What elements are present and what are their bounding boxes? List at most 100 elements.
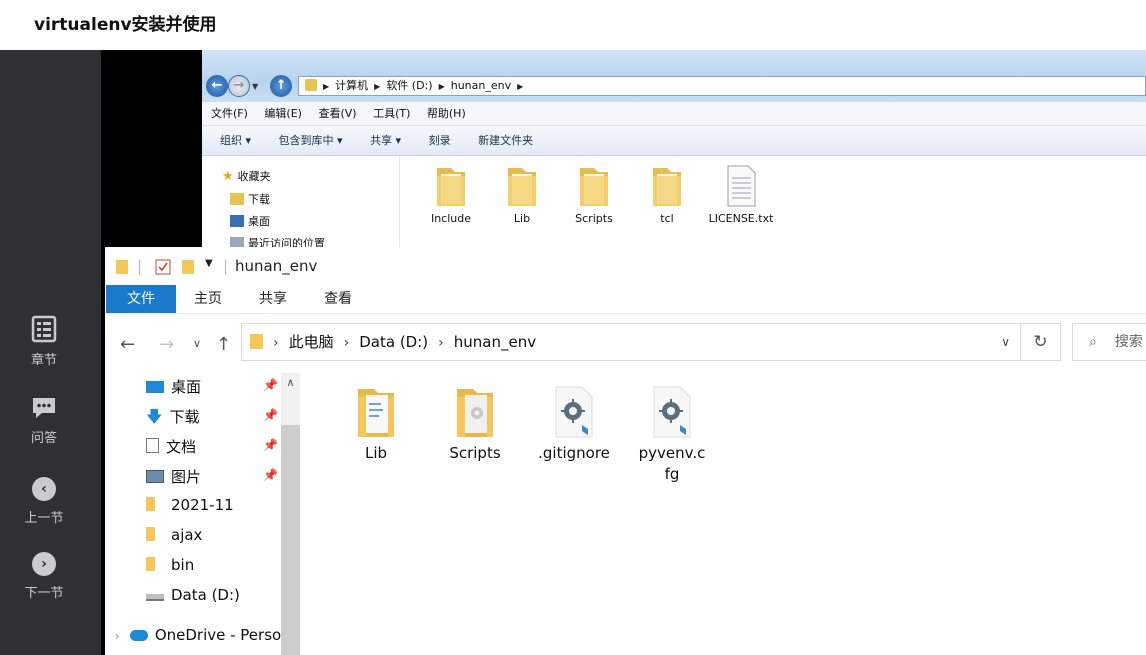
chevron-down-icon[interactable]: ▼	[252, 82, 258, 91]
new-folder-button[interactable]: 新建文件夹	[478, 134, 533, 147]
refresh-icon[interactable]: ↻	[1021, 323, 1061, 361]
scrollbar-thumb[interactable]	[281, 425, 300, 655]
search-input[interactable]: ⌕ 搜索	[1072, 323, 1146, 361]
nav-scrollbar[interactable]: ∧	[281, 373, 300, 655]
nav-item-drive[interactable]: Data (D:)	[146, 586, 240, 604]
chevron-down-icon[interactable]: ▼	[205, 258, 213, 269]
nav-item-folder[interactable]: 2021-11	[146, 496, 234, 514]
tab-home[interactable]: 主页	[185, 285, 231, 313]
file-name: pyvenv.cfg	[638, 444, 706, 483]
nav-item-desktop[interactable]: 桌面	[146, 376, 201, 397]
up-arrow-icon[interactable]: ↑	[270, 75, 293, 97]
win10-path-input[interactable]: › 此电脑 › Data (D:) › hunan_env ∨	[241, 323, 1021, 361]
nav-item-desktop[interactable]: 桌面	[230, 213, 270, 229]
properties-checkbox-icon[interactable]	[155, 259, 171, 275]
scroll-up-icon[interactable]: ∧	[281, 373, 300, 393]
page: virtualenv安装并使用 章节 问答 ‹ 上一节 › 下一节 ← → ▼ …	[0, 0, 1146, 655]
menu-item-tools[interactable]: 工具(T)	[373, 107, 410, 120]
nav-item-pictures[interactable]: 图片	[146, 466, 201, 487]
file-item[interactable]: tcl	[632, 164, 702, 225]
tab-view[interactable]: 查看	[315, 285, 361, 313]
sidebar-item-qa[interactable]: 问答	[0, 395, 88, 446]
file-item[interactable]: Scripts	[434, 383, 516, 464]
file-item[interactable]: Lib	[335, 383, 417, 464]
file-name: .gitignore	[538, 444, 610, 462]
file-item[interactable]: Scripts	[559, 164, 629, 225]
menu-item-file[interactable]: 文件(F)	[211, 107, 248, 120]
pin-icon[interactable]: 📌	[263, 438, 278, 452]
file-item[interactable]: Include	[416, 164, 486, 225]
nav-item-documents[interactable]: 文档	[146, 436, 196, 457]
folder-icon	[358, 389, 394, 437]
chevron-down-icon[interactable]: ∨	[1001, 324, 1010, 360]
nav-item-recent[interactable]: 最近访问的位置	[230, 235, 325, 247]
config-file-icon	[653, 386, 691, 438]
file-name: Lib	[364, 444, 388, 462]
download-folder-icon	[230, 193, 244, 205]
breadcrumb-item[interactable]: Data (D:)	[359, 333, 428, 351]
tab-share[interactable]: 共享	[250, 285, 296, 313]
organize-button[interactable]: 组织 ▾	[220, 134, 251, 147]
file-name: Scripts	[449, 444, 501, 462]
nav-item-label: Data (D:)	[171, 586, 240, 604]
up-arrow-icon[interactable]: ↑	[216, 334, 231, 355]
sidebar-item-label: 上一节	[24, 511, 64, 526]
file-item[interactable]: .gitignore	[533, 383, 615, 464]
pin-icon[interactable]: 📌	[263, 378, 278, 392]
nav-item-onedrive[interactable]: › OneDrive - Perso	[115, 626, 281, 644]
breadcrumb-item[interactable]: 计算机	[335, 79, 368, 92]
breadcrumb-item[interactable]: 软件 (D:)	[386, 79, 432, 92]
recent-locations-chevron-icon[interactable]: ∨	[193, 337, 201, 350]
forward-arrow-icon[interactable]: →	[159, 334, 174, 355]
nav-item-label: 桌面	[248, 215, 270, 228]
burn-button[interactable]: 刻录	[429, 134, 451, 147]
nav-item-favorites[interactable]: ★ 收藏夹	[222, 168, 271, 184]
win10-title-bar: | ▼ | hunan_env	[105, 247, 1146, 285]
file-item[interactable]: pyvenv.cfg	[631, 383, 713, 485]
pin-icon[interactable]: 📌	[263, 468, 278, 482]
nav-item-folder[interactable]: ajax	[146, 526, 202, 544]
menu-item-edit[interactable]: 编辑(E)	[264, 107, 302, 120]
pin-icon[interactable]: 📌	[263, 408, 278, 422]
tab-file[interactable]: 文件	[106, 285, 176, 313]
file-item[interactable]: LICENSE.txt	[706, 164, 776, 225]
file-item[interactable]: Lib	[487, 164, 557, 225]
pictures-icon	[146, 470, 164, 483]
folder-icon	[580, 168, 608, 206]
menu-item-help[interactable]: 帮助(H)	[427, 107, 466, 120]
breadcrumb-item[interactable]: 此电脑	[289, 333, 334, 351]
nav-item-label: 收藏夹	[237, 170, 271, 183]
document-icon	[146, 438, 159, 453]
back-arrow-icon[interactable]: ←	[206, 75, 228, 97]
sidebar-item-next[interactable]: › 下一节	[0, 552, 88, 601]
nav-item-downloads[interactable]: 🡇 下载	[146, 406, 199, 433]
win7-address-bar: ← → ▼ ↑ ▶ 计算机 ▶ 软件 (D:) ▶ hunan_env ▶	[202, 50, 1146, 102]
nav-item-downloads[interactable]: 下载	[230, 191, 270, 207]
folder-icon	[146, 497, 155, 511]
menu-item-view[interactable]: 查看(V)	[318, 107, 356, 120]
breadcrumb-item[interactable]: hunan_env	[454, 333, 536, 351]
win7-path-input[interactable]: ▶ 计算机 ▶ 软件 (D:) ▶ hunan_env ▶	[298, 76, 1146, 96]
course-sidebar: 章节 问答 ‹ 上一节 › 下一节	[0, 50, 101, 655]
forward-arrow-icon[interactable]: →	[228, 75, 250, 97]
sidebar-item-label: 问答	[30, 431, 57, 446]
star-icon: ★	[222, 169, 234, 184]
include-in-library-button[interactable]: 包含到库中 ▾	[279, 134, 343, 147]
qa-chat-icon	[33, 398, 55, 418]
page-title: virtualenv安装并使用	[34, 15, 217, 35]
win7-explorer: ← → ▼ ↑ ▶ 计算机 ▶ 软件 (D:) ▶ hunan_env ▶ 文件(F) 编辑(E)…	[202, 50, 1146, 247]
download-arrow-icon: 🡇	[146, 407, 163, 426]
drive-icon	[146, 594, 164, 601]
sidebar-item-chapters[interactable]: 章节	[0, 315, 88, 368]
nav-item-label: 桌面	[171, 378, 202, 396]
folder-icon	[146, 527, 155, 541]
win7-toolbar: 组织 ▾ 包含到库中 ▾ 共享 ▾ 刻录 新建文件夹	[202, 126, 1146, 156]
back-arrow-icon[interactable]: ←	[120, 334, 135, 355]
sidebar-item-prev[interactable]: ‹ 上一节	[0, 477, 88, 526]
share-button[interactable]: 共享 ▾	[370, 134, 401, 147]
nav-item-folder[interactable]: bin	[146, 556, 194, 574]
breadcrumb-item[interactable]: hunan_env	[451, 79, 511, 92]
text-file-icon	[727, 165, 756, 207]
new-folder-icon[interactable]	[181, 259, 195, 275]
cloud-icon	[129, 630, 148, 641]
